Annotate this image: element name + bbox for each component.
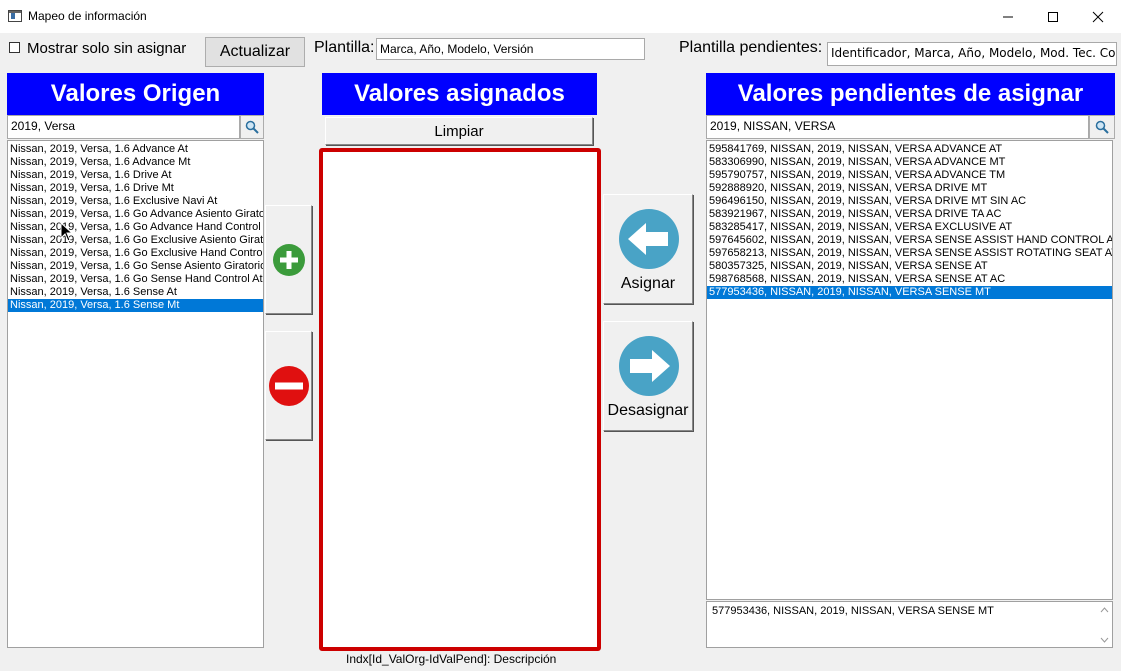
- title-bar: [0, 0, 1121, 33]
- origin-search-button[interactable]: [240, 115, 264, 139]
- search-icon: [245, 120, 259, 134]
- list-item[interactable]: 595790757, NISSAN, 2019, NISSAN, VERSA A…: [707, 169, 1112, 182]
- template-label: Plantilla:: [314, 39, 375, 56]
- list-item[interactable]: 580357325, NISSAN, 2019, NISSAN, VERSA S…: [707, 260, 1112, 273]
- plus-icon: [272, 243, 305, 276]
- list-item[interactable]: 597658213, NISSAN, 2019, NISSAN, VERSA S…: [707, 247, 1112, 260]
- template-field[interactable]: Marca, Año, Modelo, Versión: [376, 38, 645, 60]
- assigned-footer: Indx[Id_ValOrg-IdValPend]: Descripción: [346, 652, 557, 666]
- arrow-right-icon: [619, 336, 679, 396]
- list-item[interactable]: 596496150, NISSAN, 2019, NISSAN, VERSA D…: [707, 195, 1112, 208]
- list-item[interactable]: Nissan, 2019, Versa, 1.6 Go Exclusive As…: [8, 234, 263, 247]
- cursor-icon: [60, 222, 74, 242]
- close-icon: [1092, 11, 1104, 22]
- minimize-icon: [1003, 16, 1013, 17]
- list-item[interactable]: Nissan, 2019, Versa, 1.6 Go Advance Asie…: [8, 208, 263, 221]
- list-item[interactable]: Nissan, 2019, Versa, 1.6 Go Sense Hand C…: [8, 273, 263, 286]
- origin-list[interactable]: Nissan, 2019, Versa, 1.6 Advance At Nissa…: [7, 140, 264, 648]
- assigned-header: Valores asignados: [322, 73, 597, 115]
- pending-template-label: Plantilla pendientes:: [679, 39, 823, 56]
- unassign-label: Desasignar: [607, 402, 689, 419]
- list-item[interactable]: Nissan, 2019, Versa, 1.6 Go Sense Asient…: [8, 260, 263, 273]
- only-unassigned-checkbox[interactable]: [9, 42, 20, 53]
- add-button[interactable]: [265, 205, 312, 314]
- arrow-left-icon: [619, 209, 679, 269]
- list-item[interactable]: 592888920, NISSAN, 2019, NISSAN, VERSA D…: [707, 182, 1112, 195]
- clear-button[interactable]: Limpiar: [325, 117, 593, 145]
- list-item[interactable]: Nissan, 2019, Versa, 1.6 Drive At: [8, 169, 263, 182]
- search-icon: [1095, 120, 1109, 134]
- assign-label: Asignar: [620, 275, 676, 292]
- remove-button[interactable]: [265, 331, 312, 440]
- pending-template-field[interactable]: Identificador, Marca, Año, Modelo, Mod. …: [827, 42, 1117, 66]
- list-item[interactable]: Nissan, 2019, Versa, 1.6 Advance Mt: [8, 156, 263, 169]
- minimize-button[interactable]: [985, 0, 1031, 33]
- list-item[interactable]: Nissan, 2019, Versa, 1.6 Sense Mt: [8, 299, 263, 312]
- origin-header: Valores Origen: [7, 73, 264, 115]
- list-item[interactable]: Nissan, 2019, Versa, 1.6 Sense At: [8, 286, 263, 299]
- list-item[interactable]: 598768568, NISSAN, 2019, NISSAN, VERSA S…: [707, 273, 1112, 286]
- list-item[interactable]: Nissan, 2019, Versa, 1.6 Drive Mt: [8, 182, 263, 195]
- maximize-icon: [1048, 11, 1058, 22]
- refresh-button[interactable]: Actualizar: [205, 37, 305, 67]
- only-unassigned-label: Mostrar solo sin asignar: [27, 40, 187, 57]
- assign-button[interactable]: Asignar: [603, 194, 693, 304]
- pending-header: Valores pendientes de asignar: [706, 73, 1115, 115]
- minus-icon: [268, 365, 309, 406]
- assigned-list[interactable]: [319, 148, 601, 651]
- list-item[interactable]: Nissan, 2019, Versa, 1.6 Go Exclusive Ha…: [8, 247, 263, 260]
- pending-detail-text: 577953436, NISSAN, 2019, NISSAN, VERSA S…: [712, 605, 994, 617]
- list-item[interactable]: 597645602, NISSAN, 2019, NISSAN, VERSA S…: [707, 234, 1112, 247]
- pending-list[interactable]: 595841769, NISSAN, 2019, NISSAN, VERSA A…: [706, 140, 1113, 600]
- close-button[interactable]: [1075, 0, 1121, 33]
- app-icon: [8, 10, 22, 22]
- pending-search-button[interactable]: [1089, 115, 1115, 139]
- list-item[interactable]: 583921967, NISSAN, 2019, NISSAN, VERSA D…: [707, 208, 1112, 221]
- list-item[interactable]: 583306990, NISSAN, 2019, NISSAN, VERSA A…: [707, 156, 1112, 169]
- unassign-button[interactable]: Desasignar: [603, 321, 693, 431]
- scroll-arrows-icon: [1100, 607, 1109, 643]
- origin-search-input[interactable]: 2019, Versa: [7, 115, 240, 139]
- list-item[interactable]: 583285417, NISSAN, 2019, NISSAN, VERSA E…: [707, 221, 1112, 234]
- maximize-button[interactable]: [1030, 0, 1076, 33]
- pending-detail-box[interactable]: 577953436, NISSAN, 2019, NISSAN, VERSA S…: [706, 601, 1113, 648]
- list-item[interactable]: 595841769, NISSAN, 2019, NISSAN, VERSA A…: [707, 143, 1112, 156]
- list-item[interactable]: Nissan, 2019, Versa, 1.6 Advance At: [8, 143, 263, 156]
- list-item[interactable]: Nissan, 2019, Versa, 1.6 Go Advance Hand…: [8, 221, 263, 234]
- window-title: Mapeo de información: [28, 9, 147, 23]
- list-item[interactable]: 577953436, NISSAN, 2019, NISSAN, VERSA S…: [707, 286, 1112, 299]
- pending-search-input[interactable]: 2019, NISSAN, VERSA: [706, 115, 1089, 139]
- detail-scrollbar[interactable]: [1097, 602, 1112, 647]
- list-item[interactable]: Nissan, 2019, Versa, 1.6 Exclusive Navi …: [8, 195, 263, 208]
